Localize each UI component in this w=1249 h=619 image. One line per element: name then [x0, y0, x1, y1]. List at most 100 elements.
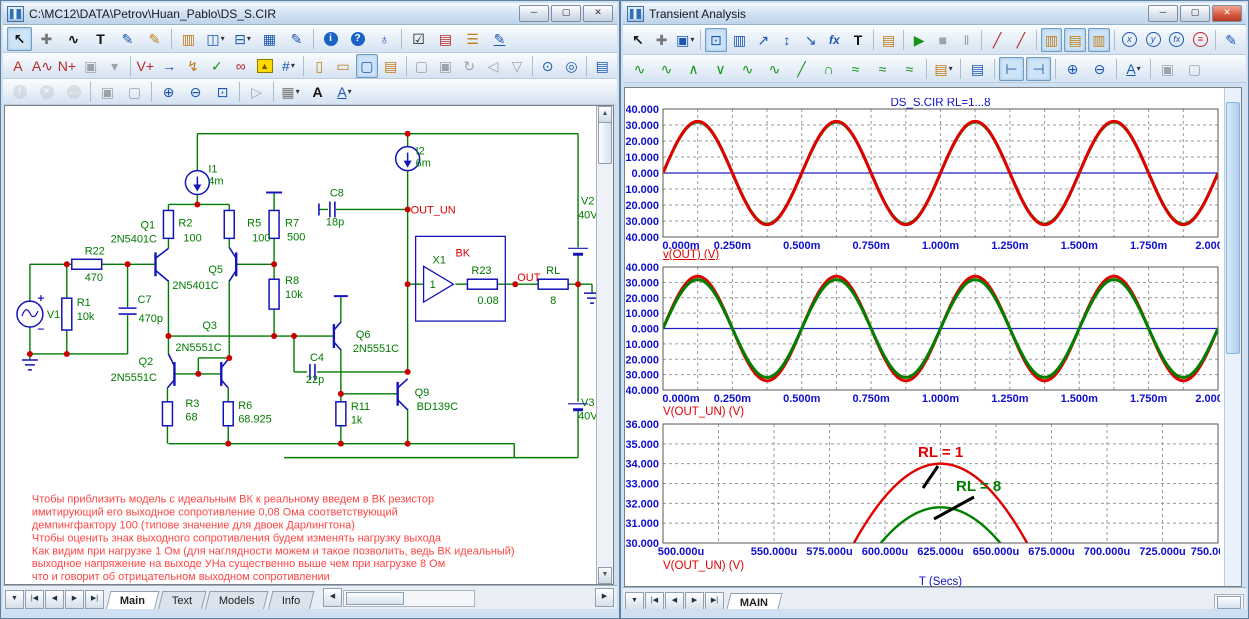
zoom-out-button[interactable]: ⊖	[1087, 57, 1112, 81]
edit-waveform-button[interactable]: ✎	[1220, 28, 1242, 52]
y-values-button[interactable]: y	[1142, 28, 1164, 52]
node-numbers-button[interactable]: A	[7, 54, 29, 78]
goto-branch-button[interactable]: ≡	[1190, 28, 1212, 52]
font-button[interactable]: A▾	[1121, 57, 1146, 81]
numeric-output-button[interactable]: ▤	[965, 57, 990, 81]
tab-text[interactable]: Text	[158, 591, 207, 611]
plot-svg-1[interactable]: 40.00030.00020.00010.0000.000-10.000-20.…	[626, 98, 1220, 260]
scroll-down-icon[interactable]: ▼	[598, 567, 612, 584]
last-page-button[interactable]: ▶|	[85, 590, 104, 609]
pin-marker-button[interactable]: ∞	[230, 54, 252, 78]
schematic-canvas[interactable]: I14mI26mR22470V1R110kC7470pQ12N5401CR210…	[4, 105, 614, 585]
scroll-thumb[interactable]	[598, 122, 612, 164]
rise-button[interactable]: ∿	[735, 57, 760, 81]
node-voltages-button[interactable]: A∿	[31, 54, 54, 78]
minimize-button[interactable]: ─	[1148, 5, 1178, 22]
zoom-y-button[interactable]: ↕	[776, 28, 798, 52]
scroll-left-icon[interactable]: ◀	[323, 588, 342, 607]
comment-pen-button[interactable]: ✎	[142, 27, 167, 51]
tab-info[interactable]: Info	[267, 591, 314, 611]
next-page-button[interactable]: ▶	[65, 590, 84, 609]
grid-options-button[interactable]: ▦▾	[278, 80, 303, 104]
text-mode-button[interactable]: T	[847, 28, 869, 52]
find-button[interactable]: ◎	[561, 54, 583, 78]
scroll-right-icon[interactable]: ▶	[595, 588, 614, 607]
run-button[interactable]: ▶	[908, 28, 930, 52]
page-list-button[interactable]: ▼	[5, 590, 24, 609]
valley-marker-button[interactable]: ∨	[708, 57, 733, 81]
current-marker-button[interactable]: →	[158, 54, 180, 78]
schematic-vertical-scrollbar[interactable]: ▲ ▼	[596, 106, 613, 584]
spreadsheet-button[interactable]: ▦	[257, 27, 282, 51]
fx-values-button[interactable]: fx	[1166, 28, 1188, 52]
rule-check-button[interactable]: ▤	[433, 27, 458, 51]
border-block-button[interactable]: ▭	[332, 54, 354, 78]
copy-graph-button[interactable]: ▣▾	[674, 28, 696, 52]
power-marker-button[interactable]: ↯	[182, 54, 204, 78]
minimize-button[interactable]: ─	[519, 5, 549, 22]
analysis-titlebar[interactable]: Transient Analysis ─ ▢ ✕	[623, 3, 1246, 25]
zoom-x-button[interactable]: ↗	[752, 28, 774, 52]
cursor-graph-button[interactable]: ▥	[729, 28, 751, 52]
properties-button[interactable]: ▤	[380, 54, 402, 78]
peak-marker-button[interactable]: ∧	[681, 57, 706, 81]
flow-chart-button[interactable]: ⊟▾	[230, 27, 255, 51]
plot-canvas[interactable]: 40.00030.00020.00010.0000.000-10.000-20.…	[624, 87, 1242, 587]
fx-scale-button[interactable]: fx	[823, 28, 845, 52]
cursor-a-button[interactable]: ⊢	[999, 57, 1024, 81]
node-names-button[interactable]: N+	[56, 54, 78, 78]
scale-box-button[interactable]: ⊡	[705, 28, 727, 52]
select-region-button[interactable]: ▢	[356, 54, 378, 78]
first-page-button[interactable]: |◀	[25, 590, 44, 609]
inflection-button[interactable]: ∩	[816, 57, 841, 81]
schematic-titlebar[interactable]: C:\MC12\DATA\Petrov\Huan_Pablo\DS_S.CIR …	[3, 3, 617, 25]
plot-svg-3[interactable]: 36.00035.00034.00033.00032.00031.00030.0…	[626, 418, 1220, 588]
wire-mode-button[interactable]: ∿	[61, 27, 86, 51]
cursor-b-button[interactable]: ⊣	[1026, 57, 1051, 81]
fall-button[interactable]: ∿	[762, 57, 787, 81]
help-mode-button[interactable]: ?	[345, 27, 370, 51]
hscroll-thumb[interactable]	[346, 592, 404, 605]
web-region-button[interactable]: ♁	[372, 27, 397, 51]
find-component-button[interactable]: ⊙	[537, 54, 559, 78]
properties-button[interactable]: ▤	[878, 28, 900, 52]
checkbox-button[interactable]: ☑	[406, 27, 431, 51]
plot-scroll-thumb[interactable]	[1226, 102, 1240, 354]
plot-svg-2[interactable]: 40.00030.00020.00010.0000.000-10.000-20.…	[626, 260, 1220, 418]
layers-button[interactable]: ☰	[460, 27, 485, 51]
close-button[interactable]: ✕	[583, 5, 613, 22]
notepad-button[interactable]: ▤	[591, 54, 613, 78]
component-button[interactable]: ◫▾	[203, 27, 228, 51]
condition-marker-button[interactable]: ✓	[206, 54, 228, 78]
zoom-both-button[interactable]: ↘	[800, 28, 822, 52]
grid-button[interactable]: #▾	[278, 54, 300, 78]
envelope-top-button[interactable]: ≈	[843, 57, 868, 81]
pan-button[interactable]: ✚	[651, 28, 673, 52]
maximize-button[interactable]: ▢	[551, 5, 581, 22]
plot-vertical-scrollbar[interactable]	[1224, 88, 1241, 586]
cursor-right-button[interactable]: ╱	[1010, 28, 1032, 52]
x-values-button[interactable]: x	[1119, 28, 1141, 52]
tokens-button[interactable]: ▤	[1064, 28, 1086, 52]
prev-page-button[interactable]: ◀	[45, 590, 64, 609]
pan-button[interactable]: ✚	[34, 27, 59, 51]
select-button[interactable]: ↖	[627, 28, 649, 52]
maximize-button[interactable]: ▢	[1180, 5, 1210, 22]
info-button[interactable]: i	[318, 27, 343, 51]
close-button[interactable]: ✕	[1212, 5, 1242, 22]
slope-button[interactable]: ╱	[789, 57, 814, 81]
valley-button[interactable]: ∿	[654, 57, 679, 81]
zoom-in-button[interactable]: ⊕	[156, 80, 181, 104]
tab-main[interactable]: Main	[106, 591, 160, 611]
scroll-up-icon[interactable]: ▲	[598, 106, 612, 123]
warning-button[interactable]: ▲	[254, 54, 276, 78]
ruler-button[interactable]: ▥	[1088, 28, 1110, 52]
tab-models[interactable]: Models	[205, 591, 269, 611]
animate-button[interactable]: ✎	[284, 27, 309, 51]
hscroll-thumb[interactable]	[1217, 596, 1241, 609]
envelope-button[interactable]: ≈	[897, 57, 922, 81]
font-button[interactable]: A	[305, 80, 330, 104]
schematic-drawing[interactable]: I14mI26mR22470V1R110kC7470pQ12N5401CR210…	[5, 106, 597, 584]
font-color-button[interactable]: A▾	[332, 80, 357, 104]
text-mode-button[interactable]: T	[88, 27, 113, 51]
